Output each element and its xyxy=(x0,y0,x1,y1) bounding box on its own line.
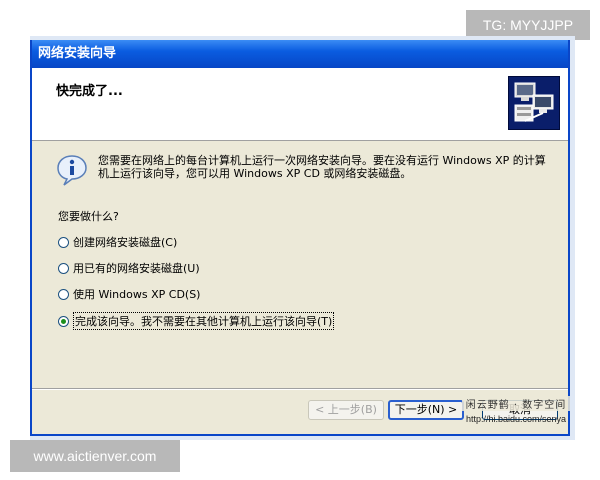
info-icon xyxy=(56,154,88,186)
radio-button[interactable] xyxy=(58,236,69,248)
next-button[interactable]: 下一步(N) > xyxy=(388,400,464,420)
network-computers-icon xyxy=(508,76,560,130)
back-button[interactable]: < 上一步(B) xyxy=(308,400,384,420)
signature-url: http://hi.baidu.com/senya xyxy=(465,414,567,424)
wizard-header: 快完成了... xyxy=(32,68,568,141)
option-label: 用已有的网络安装磁盘(U) xyxy=(73,262,200,275)
window-title: 网络安装向导 xyxy=(38,46,117,61)
radio-button[interactable] xyxy=(58,288,69,300)
option-use-xp-cd[interactable]: 使用 Windows XP CD(S) xyxy=(58,286,200,302)
wizard-question: 您要做什么? xyxy=(58,210,119,223)
wizard-message: 您需要在网络上的每台计算机上运行一次网络安装向导。要在没有运行 Windows … xyxy=(98,154,546,180)
network-setup-wizard-window: 网络安装向导 快完成了... 您需要在网络上的每台计算机上运行一次网络安装向导。… xyxy=(30,40,570,436)
radio-button[interactable] xyxy=(58,262,69,274)
option-finish-wizard[interactable]: 完成该向导。我不需要在其他计算机上运行该向导(T) xyxy=(58,312,335,330)
option-label: 使用 Windows XP CD(S) xyxy=(73,288,201,301)
window-titlebar[interactable]: 网络安装向导 xyxy=(32,40,568,68)
radio-button-selected[interactable] xyxy=(58,315,69,327)
option-label: 创建网络安装磁盘(C) xyxy=(73,236,178,249)
option-label: 完成该向导。我不需要在其他计算机上运行该向导(T) xyxy=(73,312,335,330)
watermark-bottom: www.aictienver.com xyxy=(10,440,180,472)
signature-watermark: 闲云野鹤 · 数字空间 xyxy=(462,396,570,411)
option-use-existing-disk[interactable]: 用已有的网络安装磁盘(U) xyxy=(58,260,200,276)
option-create-disk[interactable]: 创建网络安装磁盘(C) xyxy=(58,234,177,250)
wizard-body: 您需要在网络上的每台计算机上运行一次网络安装向导。要在没有运行 Windows … xyxy=(32,140,568,390)
header-title: 快完成了... xyxy=(56,84,123,99)
footer-separator xyxy=(32,388,568,390)
